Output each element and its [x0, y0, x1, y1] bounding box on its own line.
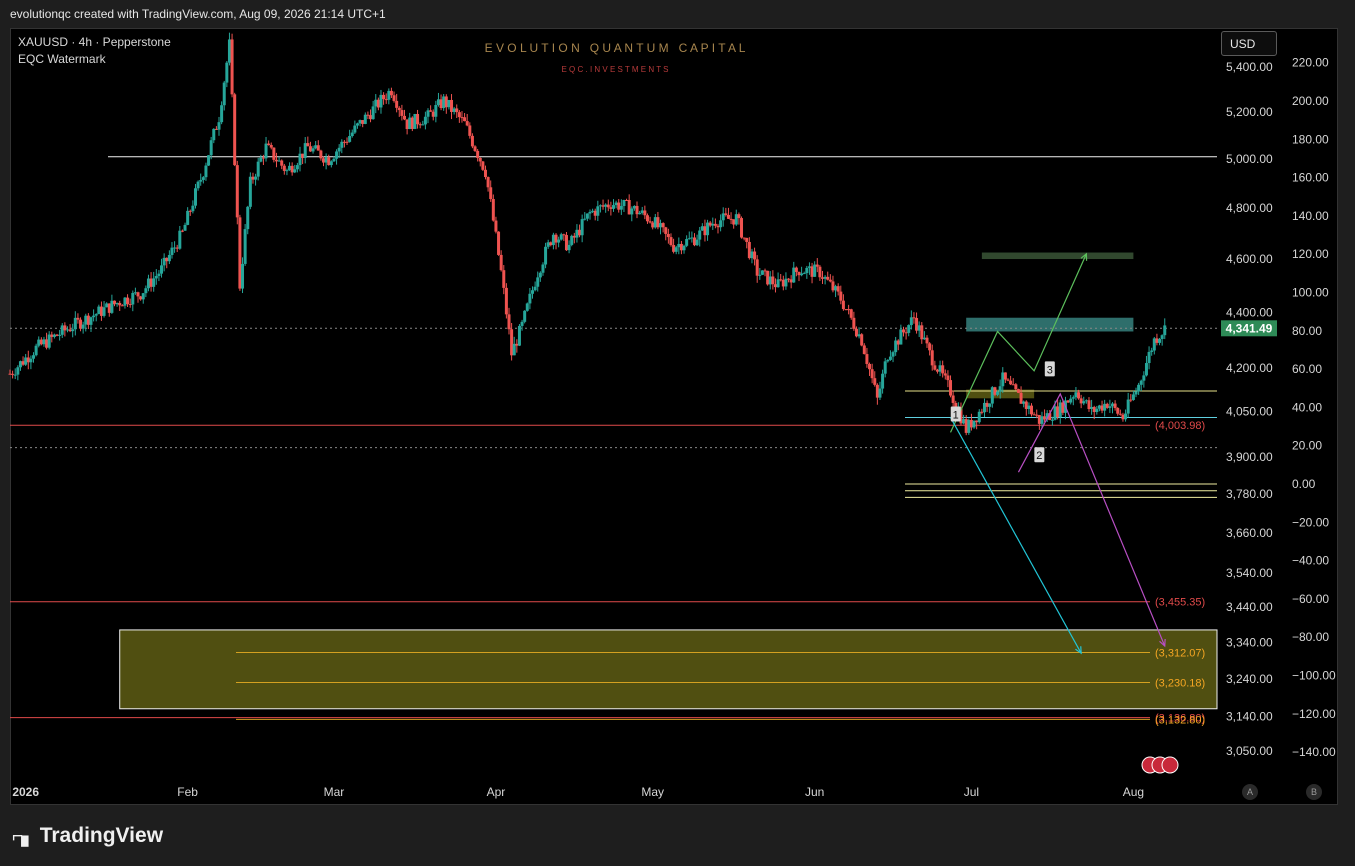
currency-button[interactable]: USD	[1221, 31, 1277, 56]
tradingview-logo[interactable]: ⌐▖ TradingView	[12, 824, 163, 848]
chart-caption: evolutionqc created with TradingView.com…	[0, 0, 1355, 28]
auto-scale-button[interactable]: A	[1242, 784, 1258, 800]
footer	[0, 805, 1355, 866]
log-scale-button[interactable]: B	[1306, 784, 1322, 800]
chart-frame[interactable]	[10, 28, 1338, 805]
tradingview-mark-icon: ⌐▖	[12, 825, 36, 847]
tradingview-wordmark: TradingView	[39, 824, 164, 847]
